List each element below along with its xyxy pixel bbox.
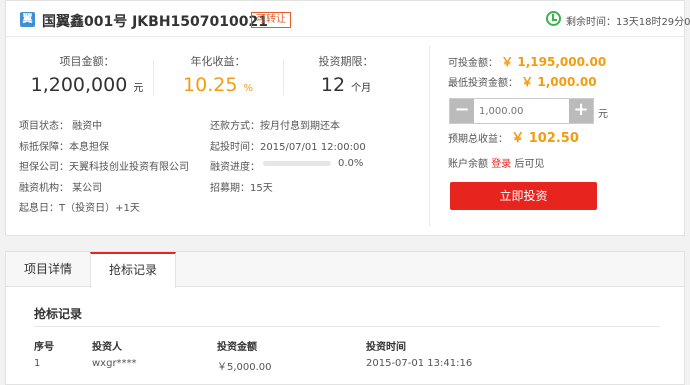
project-card: 翼 国翼鑫001号 JKBH1507010021 可转让 剩余时间：13天18时…	[5, 0, 690, 236]
min-label: 最低投资金额：	[448, 78, 518, 89]
invest-now-button[interactable]: 立即投资	[450, 182, 597, 210]
project-header: 翼 国翼鑫001号 JKBH1507010021 可转让 剩余时间：13天18时…	[6, 1, 690, 37]
min-value: ￥ 1,000.00	[521, 75, 597, 89]
rate-number: 10.25	[183, 74, 238, 96]
detail-start-time: 起投时间：2015/07/01 12:00:00	[210, 142, 366, 153]
detail-institution: 融资机构： 某公司	[19, 183, 103, 194]
available-label: 可投金额：	[448, 58, 498, 69]
min-amount: 最低投资金额： ￥ 1,000.00	[448, 73, 597, 90]
detail-start-date: 起息日：T（投资日）+1天	[19, 203, 140, 214]
login-link[interactable]: 登录	[491, 159, 511, 170]
rate-unit: %	[243, 83, 253, 94]
stat-term: 投资期限： 12 个月	[276, 53, 416, 96]
remaining-time-label: 剩余时间：	[566, 17, 616, 28]
expected-label: 预期总收益：	[448, 134, 508, 145]
detail-repay: 还款方式：按月付息到期还本	[210, 121, 340, 132]
remaining-time: 剩余时间：13天18时29分09秒	[566, 13, 690, 28]
stat-amount-value: 1,200,000 元	[17, 74, 157, 96]
column-header-investor: 投资人	[92, 342, 122, 353]
term-unit: 个月	[351, 83, 372, 94]
table-cell-time: 2015-07-01 13:41:16	[366, 358, 473, 369]
records-divider	[34, 326, 660, 327]
detail-guarantor: 担保公司：天翼科技创业投资有限公司	[19, 162, 189, 173]
progress-bar	[263, 161, 331, 166]
table-cell-investor: wxgr****	[92, 358, 137, 369]
amount-number: 1,200,000	[30, 74, 128, 96]
amount-stepper: − +	[449, 98, 594, 124]
column-header-amount: 投资金额	[217, 342, 257, 353]
balance-hint: 账户余额 登录 后可见	[448, 155, 544, 170]
available-amount: 可投金额： ￥ 1,195,000.00	[448, 53, 606, 70]
stat-term-value: 12 个月	[276, 74, 416, 96]
amount-unit-yuan: 元	[598, 109, 608, 120]
detail-progress-label: 融资进度：	[210, 162, 260, 173]
tab-bid-records[interactable]: 抢标记录	[90, 252, 176, 288]
decrease-button[interactable]: −	[450, 99, 474, 123]
amount-unit: 元	[133, 83, 144, 94]
detail-status: 项目状态： 融资中	[19, 121, 103, 132]
detail-progress-value: 0.0%	[338, 158, 364, 169]
expected-income: 预期总收益： ￥ 102.50	[448, 127, 579, 146]
available-value: ￥ 1,195,000.00	[501, 55, 607, 69]
brand-logo-icon: 翼	[20, 12, 35, 27]
tab-bar: 项目详情 抢标记录	[6, 252, 684, 288]
expected-value: ￥ 102.50	[511, 131, 579, 146]
stat-amount: 项目金额： 1,200,000 元	[17, 53, 157, 96]
stat-rate: 年化收益： 10.25 %	[148, 53, 288, 96]
column-header-time: 投资时间	[366, 342, 406, 353]
column-header-index: 序号	[34, 342, 54, 353]
detail-raise-period: 招募期：15天	[210, 183, 273, 194]
panel-divider	[429, 45, 430, 227]
detail-guarantee: 标抵保障：本息担保	[19, 142, 109, 153]
term-number: 12	[320, 74, 346, 96]
table-cell-amount: ￥5,000.00	[217, 362, 272, 373]
tab-project-details[interactable]: 项目详情	[6, 252, 90, 287]
transferable-badge: 可转让	[251, 12, 291, 28]
amount-input[interactable]	[474, 99, 569, 123]
table-cell-index: 1	[34, 358, 41, 369]
stat-rate-value: 10.25 %	[148, 74, 288, 96]
stat-rate-label: 年化收益：	[190, 55, 246, 68]
balance-suffix: 后可见	[514, 159, 545, 170]
balance-prefix: 账户余额	[448, 159, 488, 170]
records-section: 项目详情 抢标记录 抢标记录 序号 投资人 投资金额 投资时间 1 wxgr**…	[5, 251, 685, 385]
increase-button[interactable]: +	[569, 99, 593, 123]
clock-icon	[546, 11, 561, 26]
stat-term-label: 投资期限：	[318, 55, 374, 68]
project-title: 国翼鑫001号 JKBH1507010021	[42, 14, 268, 30]
records-title: 抢标记录	[34, 307, 83, 321]
stat-amount-label: 项目金额：	[59, 55, 115, 68]
remaining-time-value: 13天18时29分09秒	[616, 17, 690, 28]
